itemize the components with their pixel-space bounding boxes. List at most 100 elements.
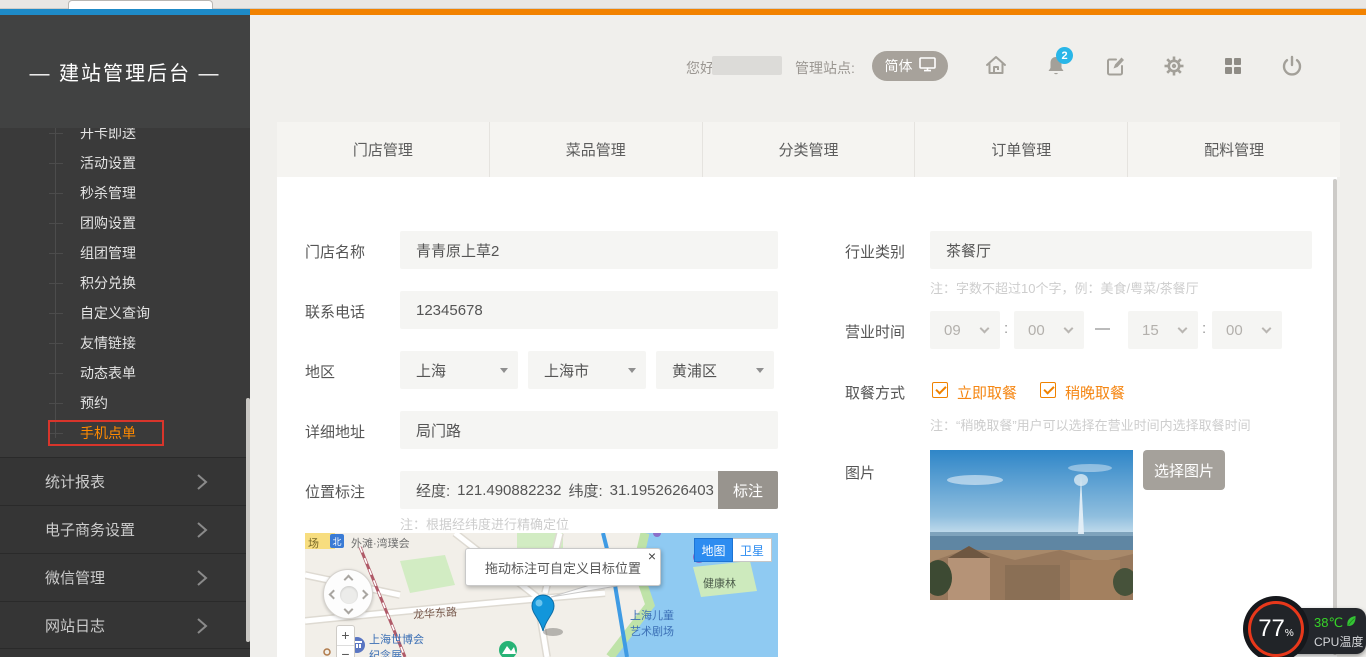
store-photo — [930, 450, 1133, 600]
sidebar-item-links[interactable]: 友情链接 — [0, 328, 250, 358]
map-widget[interactable]: 场 外滩·湾璞会 龙华东路 健康林 上海儿童艺术剧场 上海世博会纪念展 北 + … — [305, 533, 778, 657]
choose-image-button[interactable]: 选择图片 — [1143, 450, 1225, 490]
satellite-mode-button[interactable]: 卫星 — [733, 538, 772, 562]
sidebar-item-custom-query[interactable]: 自定义查询 — [0, 298, 250, 328]
sidebar-section-wechat[interactable]: 微信管理 — [0, 553, 250, 601]
location-label: 位置标注 — [305, 481, 365, 502]
time-colon: : — [1202, 320, 1206, 337]
pickup-now-checkbox[interactable] — [932, 382, 948, 398]
map-pan-control[interactable] — [323, 569, 373, 619]
lng-value: 121.490882232 — [457, 482, 561, 499]
monitor-icon — [919, 57, 936, 75]
sidebar-item-team[interactable]: 组团管理 — [0, 238, 250, 268]
map-mode-button[interactable]: 地图 — [694, 538, 733, 562]
sidebar-item-activity[interactable]: 活动设置 — [0, 148, 250, 178]
mark-location-button[interactable]: 标注 — [718, 471, 778, 509]
pan-left-icon[interactable] — [329, 590, 339, 600]
tab-category-management[interactable]: 分类管理 — [703, 122, 916, 177]
content-scrollbar[interactable] — [1333, 179, 1337, 655]
pan-right-icon[interactable] — [359, 590, 369, 600]
district-select[interactable]: 黄浦区 — [656, 351, 774, 389]
map-label-partial: 场 — [308, 535, 319, 551]
map-label-area: 外滩·湾璞会 — [351, 535, 410, 551]
sidebar-item-groupbuy[interactable]: 团购设置 — [0, 208, 250, 238]
chevron-down-icon — [1064, 324, 1074, 334]
sidebar-item-reservation[interactable]: 预约 — [0, 388, 250, 418]
sidebar-item-points[interactable]: 积分兑换 — [0, 268, 250, 298]
tab-store-management[interactable]: 门店管理 — [277, 122, 490, 177]
tree-tick — [49, 133, 63, 134]
phone-label: 联系电话 — [305, 301, 365, 322]
north-indicator: 北 — [330, 534, 344, 548]
city-select[interactable]: 上海市 — [528, 351, 646, 389]
time-dash: — — [1095, 320, 1110, 337]
pickup-later-label[interactable]: 稍晚取餐 — [1065, 382, 1125, 403]
lat-label: 纬度: — [568, 480, 602, 501]
tree-tick — [49, 373, 63, 374]
sidebar-section-reports[interactable]: 统计报表 — [0, 457, 250, 505]
map-label-road: 龙华东路 — [412, 603, 457, 622]
hours-label: 营业时间 — [845, 321, 905, 342]
lat-value: 31.1952626403 — [610, 482, 714, 499]
chevron-down-icon — [980, 324, 990, 334]
zoom-in-button[interactable]: + — [337, 626, 354, 646]
image-label: 图片 — [845, 462, 875, 483]
tooltip-close-icon[interactable]: × — [648, 549, 656, 563]
select-arrow-icon — [500, 368, 508, 373]
region-label: 地区 — [305, 361, 335, 382]
open-hour-select[interactable]: 09 — [930, 311, 1000, 349]
sidebar-section-ecommerce[interactable]: 电子商务设置 — [0, 505, 250, 553]
pan-center-knob[interactable] — [340, 586, 358, 604]
greeting-text: 您好 — [686, 58, 714, 78]
phone-input[interactable]: 12345678 — [400, 291, 778, 329]
language-button[interactable]: 简体 — [872, 51, 948, 81]
sidebar: — 建站管理后台 — 开卡即送 活动设置 秒杀管理 团购设置 组团管理 积分兑换… — [0, 15, 250, 657]
sidebar-section-logs[interactable]: 网站日志 — [0, 601, 250, 649]
sidebar-item-mobile-order[interactable]: 手机点单 — [0, 418, 250, 448]
sidebar-item-card-gift[interactable]: 开卡即送 — [0, 128, 250, 148]
tree-tick — [49, 283, 63, 284]
map-pin-tooltip: 拖动标注可自定义目标位置 × — [465, 548, 661, 586]
address-input[interactable]: 局门路 — [400, 411, 778, 449]
pickup-now-label[interactable]: 立即取餐 — [957, 382, 1017, 403]
province-select[interactable]: 上海 — [400, 351, 518, 389]
close-hour-select[interactable]: 15 — [1128, 311, 1198, 349]
apps-grid-icon[interactable] — [1221, 54, 1245, 78]
lng-label: 经度: — [416, 480, 450, 501]
address-bar-fragment — [68, 0, 213, 9]
home-icon[interactable] — [984, 53, 1008, 77]
cpu-usage-dial[interactable]: 77 % — [1243, 596, 1309, 657]
sidebar-item-dynamic-form[interactable]: 动态表单 — [0, 358, 250, 388]
form-panel: 门店名称 青青原上草2 联系电话 12345678 地区 上海 上海市 黄浦区 … — [277, 177, 1337, 657]
tree-tick — [49, 343, 63, 344]
sidebar-scrollbar[interactable] — [246, 398, 250, 642]
industry-input[interactable]: 茶餐厅 — [930, 231, 1312, 269]
close-minute-select[interactable]: 00 — [1212, 311, 1282, 349]
pickup-later-checkbox[interactable] — [1040, 382, 1056, 398]
app-title: — 建站管理后台 — — [0, 15, 250, 128]
chevron-down-icon — [1178, 324, 1188, 334]
store-name-input[interactable]: 青青原上草2 — [400, 231, 778, 269]
edit-icon[interactable] — [1103, 54, 1127, 78]
zoom-out-button[interactable]: − — [337, 646, 354, 657]
leaf-icon — [1346, 615, 1357, 631]
chevron-right-icon — [196, 568, 208, 592]
chevron-right-icon — [196, 520, 208, 544]
location-input[interactable]: 经度: 121.490882232 纬度: 31.1952626403 — [400, 471, 718, 509]
open-minute-select[interactable]: 00 — [1014, 311, 1084, 349]
pan-up-icon[interactable] — [344, 575, 354, 585]
tab-dish-management[interactable]: 菜品管理 — [490, 122, 703, 177]
settings-gear-icon[interactable] — [1162, 54, 1186, 78]
accent-bar-orange — [250, 9, 1366, 15]
tab-order-management[interactable]: 订单管理 — [915, 122, 1128, 177]
cpu-temp-value: 38℃ — [1314, 615, 1343, 631]
pan-down-icon[interactable] — [344, 605, 354, 615]
sidebar-item-seckill[interactable]: 秒杀管理 — [0, 178, 250, 208]
tab-ingredient-management[interactable]: 配料管理 — [1128, 122, 1340, 177]
chevron-down-icon — [1262, 324, 1272, 334]
select-arrow-icon — [628, 368, 636, 373]
module-tabs: 门店管理 菜品管理 分类管理 订单管理 配料管理 — [277, 122, 1340, 177]
chevron-right-icon — [196, 472, 208, 496]
cpu-temp-label: CPU温度 — [1314, 633, 1363, 650]
power-logout-icon[interactable] — [1280, 54, 1304, 78]
